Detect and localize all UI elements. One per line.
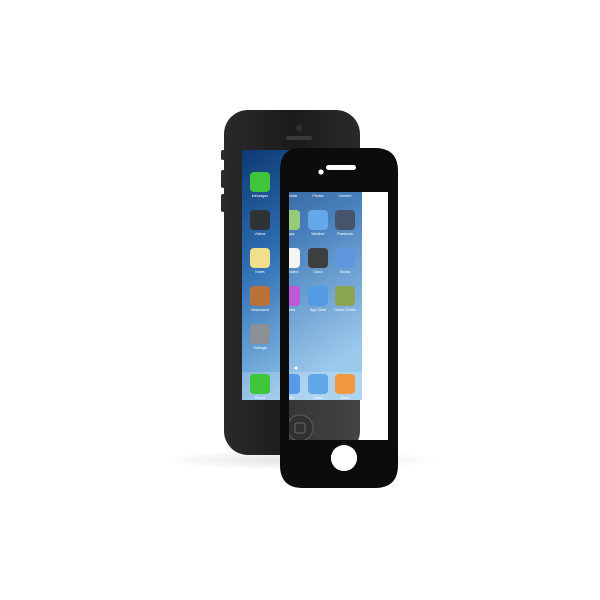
videos-icon[interactable]	[250, 210, 270, 230]
phone-icon[interactable]	[250, 374, 270, 394]
volume-button	[221, 194, 225, 212]
volume-button	[221, 170, 225, 188]
app-label: Messages	[252, 194, 269, 198]
product-photo: Messages Calendar Photos Camera Videos Maps We…	[0, 0, 600, 600]
app-label: Phone	[255, 396, 265, 400]
protector-glass	[289, 192, 388, 440]
front-camera	[296, 125, 302, 131]
notes-icon[interactable]	[250, 248, 270, 268]
protector-camera-cutout	[318, 169, 324, 175]
product-scene: Messages Calendar Photos CameraVideos Maps We…	[160, 110, 440, 488]
messages-icon[interactable]	[250, 172, 270, 192]
settings-icon[interactable]	[250, 324, 270, 344]
earpiece	[286, 136, 312, 140]
app-label: Settings	[254, 346, 267, 350]
newsstand-icon[interactable]	[250, 286, 270, 306]
app-label: Videos	[255, 232, 266, 236]
protector-speaker-cutout	[326, 165, 356, 170]
screen-protector	[280, 148, 398, 488]
app-label: Notes	[255, 270, 265, 274]
app-label: Newsstand	[251, 308, 269, 312]
mute-switch	[221, 150, 225, 160]
protector-home-button-cutout	[331, 445, 357, 471]
